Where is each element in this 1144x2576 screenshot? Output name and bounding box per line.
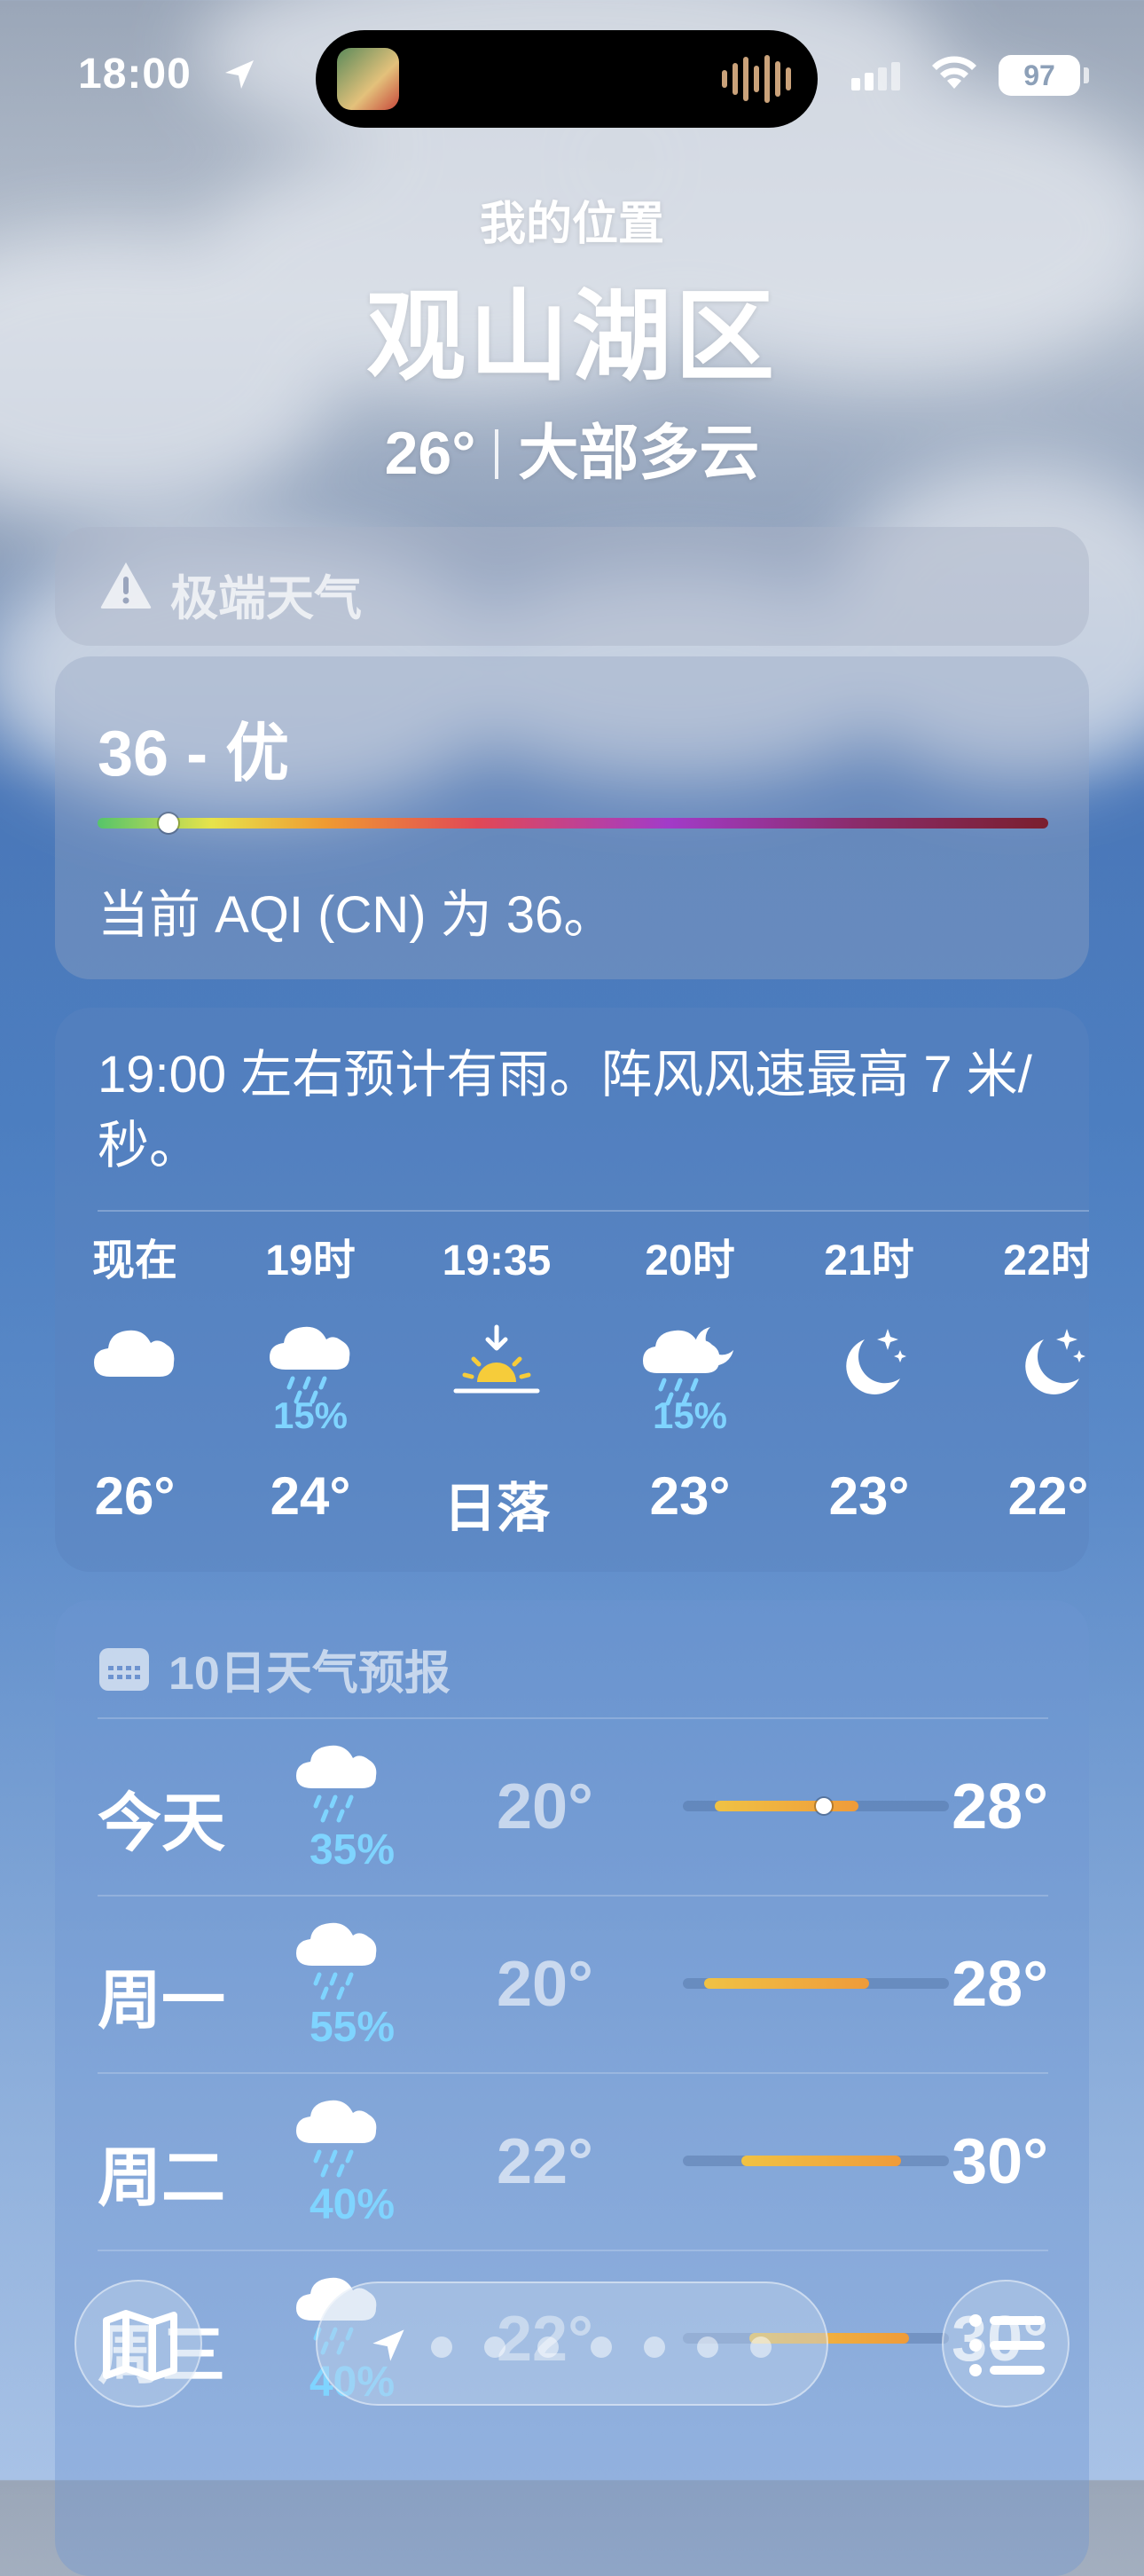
ten-day-title: 10日天气预报 [98, 1636, 451, 1702]
hourly-temp: 24° [270, 1466, 351, 1526]
cloud-rain-icon [293, 1742, 381, 1823]
current-location-page-icon [372, 2329, 404, 2361]
condition-text: 大部多云 [518, 420, 760, 487]
divider [98, 2072, 1048, 2074]
hourly-item: 20时 15% 23° [610, 1235, 770, 1527]
hourly-item: 19时 15% 24° [231, 1235, 390, 1527]
hourly-temp: 23° [828, 1466, 910, 1526]
ten-day-label: 10日天气预报 [168, 1648, 451, 1700]
dynamic-island[interactable] [316, 30, 818, 128]
day-label: 今天 [98, 1788, 226, 1859]
hourly-time: 19:35 [442, 1237, 552, 1284]
page-dot[interactable] [431, 2336, 452, 2358]
current-conditions: 26° 大部多云 [0, 404, 1144, 491]
location-header: 我的位置 观山湖区 26° 大部多云 [0, 186, 1144, 491]
daily-precip: 40% [309, 2181, 396, 2228]
warning-icon [100, 562, 152, 609]
audio-waveform-icon [722, 55, 791, 103]
severe-weather-label: 极端天气 [170, 572, 362, 625]
temp-range-fill [704, 1978, 869, 1989]
daily-precip: 55% [309, 2004, 396, 2051]
hourly-time: 现在 [91, 1237, 177, 1284]
current-temp-marker [816, 1798, 832, 1814]
calendar-icon [99, 1647, 149, 1691]
hourly-item: 19:35 日落 [417, 1235, 576, 1543]
cloud-rain-icon [293, 2097, 381, 2178]
high-temp: 30° [952, 2126, 1048, 2197]
page-dot[interactable] [591, 2336, 612, 2358]
air-quality-card[interactable]: 36 - 优 当前 AQI (CN) 为 36。 [55, 656, 1089, 979]
hourly-time: 20时 [645, 1237, 735, 1284]
page-dot[interactable] [697, 2336, 718, 2358]
aqi-description: 当前 AQI (CN) 为 36。 [98, 886, 615, 944]
aqi-indicator [159, 813, 179, 833]
hourly-time: 22时 [1003, 1237, 1089, 1284]
hourly-precip: 15% [652, 1394, 728, 1436]
aqi-value: 36 - 优 [98, 719, 290, 789]
battery-tip [1084, 67, 1089, 83]
daily-row[interactable]: 周一 55% 20° 28° [98, 1895, 1048, 2072]
divider [98, 1210, 1089, 1212]
day-label: 周一 [98, 1966, 226, 2037]
divider [98, 2250, 1048, 2251]
battery-level: 97 [999, 55, 1080, 96]
high-temp: 28° [952, 1949, 1048, 2020]
hourly-item: 21时 23° [789, 1235, 949, 1527]
temp-range-fill [741, 2156, 901, 2166]
page-dot[interactable] [750, 2336, 772, 2358]
hourly-temp: 23° [649, 1466, 731, 1526]
page-dot[interactable] [484, 2336, 505, 2358]
daily-precip: 35% [309, 1826, 396, 1873]
divider [98, 1895, 1048, 1897]
ten-day-forecast-card[interactable]: 10日天气预报 今天 35% 20° 28° 周一 55% 20° 28° 周二 40% 22° 30… [55, 1600, 1089, 2576]
now-playing-app-icon[interactable] [337, 48, 399, 110]
city-name: 观山湖区 [366, 281, 778, 392]
separator [495, 429, 499, 479]
daily-row[interactable]: 今天 35% 20° 28° [98, 1717, 1048, 1895]
cloud-rain-icon [293, 1920, 381, 2000]
hourly-forecast-card[interactable]: 19:00 左右预计有雨。阵风风速最高 7 米/秒。 现在 26° 19时 15% 24… [55, 1008, 1089, 1572]
hourly-temp: 22° [1007, 1466, 1089, 1526]
page-dot[interactable] [537, 2336, 559, 2358]
location-arrow-icon [225, 60, 254, 89]
hourly-item: 现在 26° [55, 1235, 215, 1527]
my-location-label: 我的位置 [479, 199, 664, 250]
high-temp: 28° [952, 1771, 1048, 1842]
map-icon [103, 2310, 177, 2381]
page-dot[interactable] [644, 2336, 665, 2358]
status-bar: 18:00 97 [0, 0, 1144, 151]
location-page-indicator[interactable] [316, 2281, 828, 2406]
day-label: 周二 [98, 2143, 226, 2214]
current-temp: 26° [384, 420, 476, 487]
hourly-item: 22时 22° [968, 1235, 1089, 1527]
aqi-scale-bar [98, 813, 1048, 833]
hourly-temp: 26° [94, 1466, 176, 1526]
wifi-icon [932, 56, 976, 89]
location-list-button[interactable] [942, 2280, 1070, 2407]
low-temp: 20° [497, 1771, 593, 1842]
temp-range-bar [683, 1978, 949, 1989]
low-temp: 20° [497, 1949, 593, 2020]
hourly-temp: 日落 [443, 1479, 550, 1538]
hourly-time: 21时 [824, 1237, 914, 1284]
severe-weather-card[interactable]: 极端天气 [55, 527, 1089, 646]
map-button[interactable] [74, 2280, 202, 2407]
status-time: 18:00 [78, 51, 192, 98]
cellular-signal-icon [851, 62, 900, 90]
hourly-time: 19时 [265, 1237, 356, 1284]
low-temp: 22° [497, 2126, 593, 2197]
hourly-summary: 19:00 左右预计有雨。阵风风速最高 7 米/秒。 [98, 1046, 1032, 1174]
divider [98, 1717, 1048, 1719]
temp-range-fill [715, 1801, 858, 1811]
hourly-precip: 15% [272, 1394, 349, 1436]
list-icon [969, 2314, 1045, 2376]
temp-range-bar [683, 1798, 949, 1814]
temp-range-bar [683, 2156, 949, 2166]
daily-row[interactable]: 周二 40% 22° 30° [98, 2072, 1048, 2250]
